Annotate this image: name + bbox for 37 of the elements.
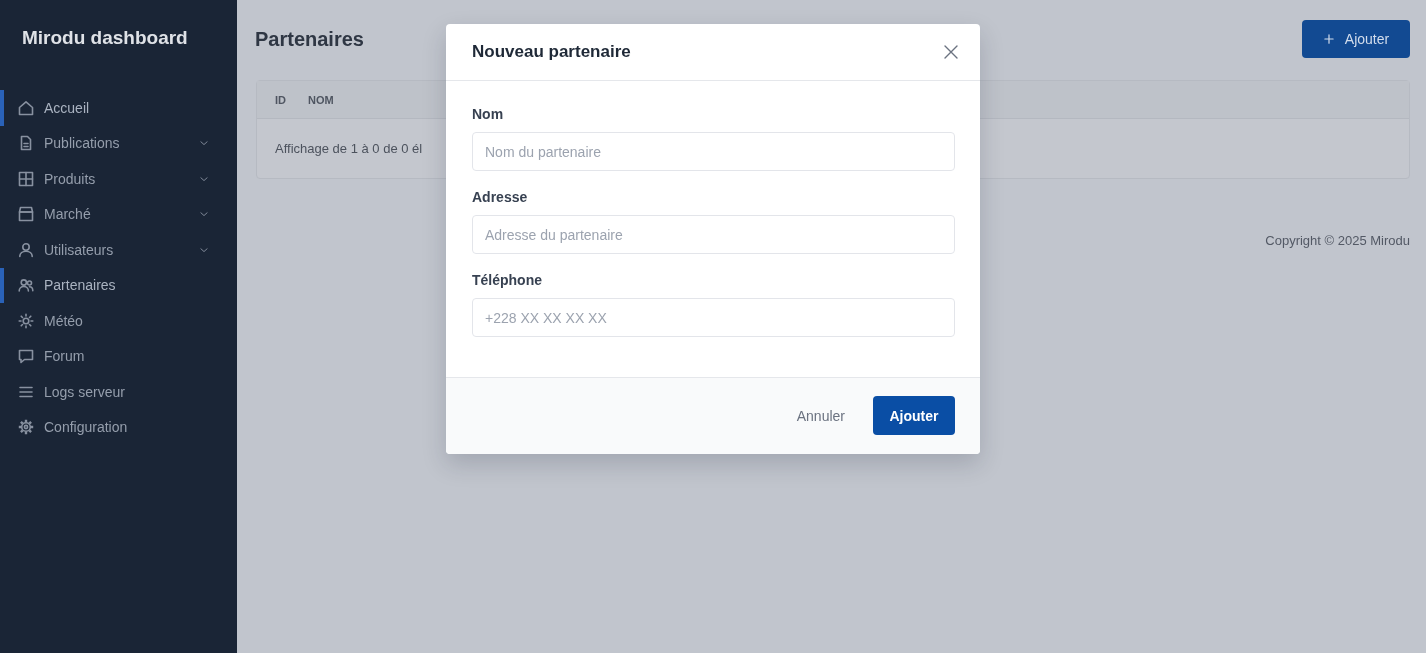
close-icon: [943, 44, 959, 60]
users-icon: [18, 277, 34, 294]
sidebar-item[interactable]: Accueil: [0, 90, 237, 126]
sidebar-item[interactable]: Forum: [0, 338, 237, 374]
column-header: ID: [275, 93, 286, 106]
sidebar-item[interactable]: Marché: [0, 196, 237, 232]
table-info-text: Affichage de 1 à 0 de 0 él: [275, 141, 423, 156]
field-label: Téléphone: [472, 271, 543, 289]
field-label: Nom: [472, 105, 505, 123]
sidebar-item[interactable]: Météo: [0, 303, 237, 339]
brand-title: Mirodu dashboard: [21, 26, 189, 50]
modal-title: Nouveau partenaire: [472, 42, 631, 62]
sidebar-item[interactable]: Partenaires: [0, 267, 237, 303]
sidebar-item[interactable]: Configuration: [0, 409, 237, 445]
box-icon: [18, 206, 34, 223]
page-title: Partenaires: [255, 27, 364, 51]
cancel-button[interactable]: Annuler: [784, 396, 857, 435]
document-icon: [18, 135, 34, 152]
add-button[interactable]: Ajouter: [1302, 20, 1410, 58]
sidebar-item[interactable]: Logs serveur: [0, 374, 237, 410]
sidebar-item[interactable]: Produits: [0, 161, 237, 197]
submit-button[interactable]: Ajouter: [873, 396, 955, 435]
user-icon: [18, 241, 34, 258]
input-field[interactable]: Adresse du partenaire: [472, 215, 955, 254]
chat-icon: [18, 348, 34, 365]
house-icon: [18, 99, 34, 116]
copyright-text: Copyright © 2025 Mirodu: [1265, 233, 1410, 248]
field-label: Adresse: [472, 188, 529, 206]
settings-icon: [18, 419, 34, 436]
plus-icon: [1322, 33, 1335, 45]
sidebar-item[interactable]: Publications: [0, 125, 237, 161]
sun-icon: [18, 312, 34, 329]
column-header: NOM: [308, 93, 334, 106]
input-field[interactable]: +228 XX XX XX XX: [472, 298, 955, 337]
input-field[interactable]: Nom du partenaire: [472, 132, 955, 171]
sidebar-item[interactable]: Utilisateurs: [0, 232, 237, 268]
grid-icon: [18, 170, 34, 187]
